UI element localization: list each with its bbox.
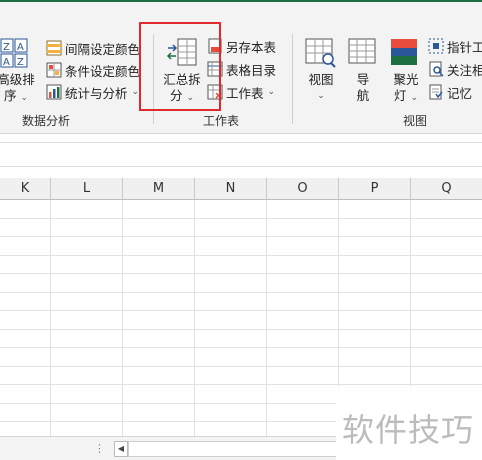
interval-color-button[interactable]: 间隔设定颜色: [46, 38, 140, 58]
stats-analysis-button[interactable]: 统计与分析 ⌄: [46, 82, 139, 102]
spotlight-label-line2: 灯 ⌄: [386, 88, 426, 106]
ribbon-top-accent: [0, 0, 482, 2]
conditional-color-icon: [46, 62, 62, 78]
grid-line: [0, 384, 482, 385]
group-separator: [292, 34, 293, 124]
pointer-tool-icon: [428, 38, 444, 54]
view-icon: [305, 38, 336, 68]
save-sheet-label: 另存本表: [226, 39, 277, 55]
chevron-down-icon: ⌄: [317, 91, 325, 101]
stats-analysis-label: 统计与分析: [65, 85, 128, 101]
advanced-sort-label-line2: 序 ⌄: [0, 88, 36, 106]
grid-line: [0, 218, 482, 219]
worksheet-group-label: 工作表: [203, 114, 240, 128]
table-index-label: 表格目录: [226, 62, 277, 78]
view-label: 视图: [308, 72, 334, 87]
data-analysis-group-label: 数据分析: [22, 114, 71, 128]
navigation-button[interactable]: 导 航: [346, 38, 380, 104]
grid-line: [0, 347, 482, 348]
column-header-p[interactable]: P: [339, 178, 411, 200]
spotlight-label-2: 灯: [393, 88, 407, 103]
memory-button[interactable]: 记忆: [428, 82, 472, 102]
grid-line: [0, 292, 482, 293]
pointer-tool-button[interactable]: 指针工: [428, 36, 482, 56]
column-header-q[interactable]: Q: [411, 178, 482, 200]
chevron-down-icon: ⌄: [410, 93, 419, 103]
svg-text:Z: Z: [3, 42, 10, 53]
navigation-label: 导: [356, 72, 370, 87]
watch-icon: [429, 61, 444, 77]
highlight-box: [139, 22, 221, 111]
column-header-l[interactable]: L: [51, 178, 123, 200]
worksheet-menu-label: 工作表: [226, 85, 264, 101]
stats-icon: [46, 84, 62, 100]
scroll-left-arrow-icon[interactable]: ◀: [114, 441, 128, 457]
watermark-text: 软件技巧: [342, 411, 475, 449]
spotlight-label: 聚光: [393, 72, 419, 87]
watch-related-label: 关注相: [447, 62, 482, 78]
conditional-color-label: 条件设定颜色: [65, 63, 141, 79]
horizontal-scrollbar[interactable]: [128, 441, 338, 457]
spotlight-icon: [391, 39, 417, 65]
ribbon-bottom-border: [0, 133, 482, 134]
spotlight-button[interactable]: 聚光 灯 ⌄: [386, 38, 426, 104]
interval-color-icon: [46, 40, 62, 56]
watch-related-button[interactable]: 关注相: [428, 59, 482, 79]
chevron-down-icon: ⌄: [267, 87, 276, 97]
sort-az-icon: Z A A Z: [0, 38, 28, 68]
chevron-down-icon: ⌄: [20, 93, 29, 103]
grid-line: [0, 366, 482, 367]
memory-label: 记忆: [447, 85, 473, 101]
navigation-label-2: 航: [356, 88, 370, 103]
pointer-tool-label: 指针工: [447, 39, 482, 55]
resize-handle-icon[interactable]: ⋮: [94, 442, 105, 455]
svg-text:Z: Z: [17, 57, 24, 68]
view-group-label: 视图: [403, 114, 428, 128]
grid-line: [0, 255, 482, 256]
column-header-n[interactable]: N: [195, 178, 267, 200]
column-header-k[interactable]: K: [0, 178, 51, 200]
grid-line: [0, 236, 482, 237]
formula-bar[interactable]: [0, 142, 482, 167]
grid-line: [0, 310, 482, 311]
interval-color-label: 间隔设定颜色: [65, 41, 141, 57]
advanced-sort-button[interactable]: Z A A Z 高级排 序 ⌄: [0, 38, 36, 106]
ribbon: Z A A Z 高级排 序 ⌄ 间隔设定颜色 条件设定颜色 统计与分析 ⌄ 数据…: [0, 0, 482, 134]
svg-text:A: A: [17, 42, 24, 53]
column-header-m[interactable]: M: [123, 178, 195, 200]
advanced-sort-label-2: 序: [3, 88, 17, 103]
column-header-o[interactable]: O: [267, 178, 339, 200]
grid-line: [0, 329, 482, 330]
svg-text:A: A: [3, 57, 10, 68]
memory-icon: [429, 84, 443, 100]
conditional-color-button[interactable]: 条件设定颜色: [46, 60, 140, 80]
grid-line: [0, 273, 482, 274]
advanced-sort-label: 高级排: [0, 72, 35, 87]
view-button[interactable]: 视图 ⌄: [302, 38, 340, 104]
navigation-icon: [348, 38, 376, 64]
chevron-down-icon: ⌄: [131, 87, 140, 97]
